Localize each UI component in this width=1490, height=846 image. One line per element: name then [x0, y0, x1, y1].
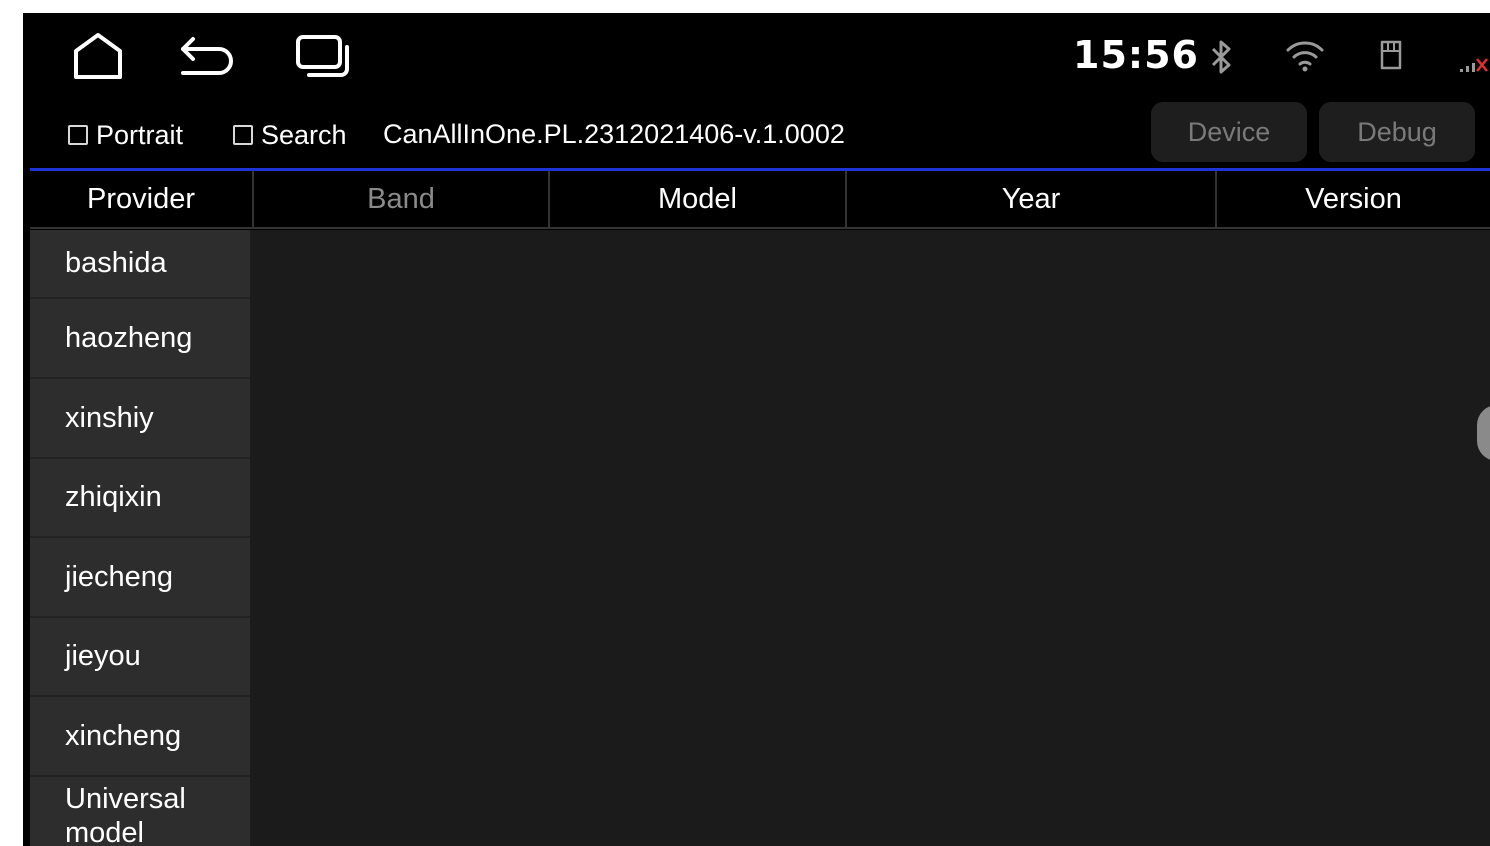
table-header: Provider Band Model Year Version	[30, 171, 1490, 230]
column-version[interactable]: Version	[1215, 171, 1490, 229]
provider-item-zhiqixin[interactable]: zhiqixin	[30, 459, 250, 538]
app-toolbar: Portrait Search CanAllInOne.PL.231202140…	[23, 99, 1490, 169]
provider-item-universal-model[interactable]: Universal model	[30, 777, 250, 846]
search-label: Search	[261, 119, 347, 150]
wifi-icon	[1286, 41, 1324, 72]
portrait-checkbox[interactable]: Portrait	[68, 120, 183, 150]
app-version: CanAllInOne.PL.2312021406-v.1.0002	[383, 119, 845, 149]
provider-list: bashida haozheng xinshiy zhiqixin jieche…	[30, 230, 250, 846]
recent-apps-icon[interactable]	[295, 31, 351, 83]
checkbox-box[interactable]	[233, 125, 253, 145]
column-provider[interactable]: Provider	[30, 171, 252, 229]
provider-item-jiecheng[interactable]: jiecheng	[30, 538, 250, 618]
provider-item-xinshiy[interactable]: xinshiy	[30, 379, 250, 459]
search-checkbox[interactable]: Search	[233, 120, 347, 150]
provider-item-bashida[interactable]: bashida	[30, 230, 250, 299]
device-button[interactable]: Device	[1151, 102, 1307, 162]
home-icon[interactable]	[70, 31, 126, 83]
provider-item-jieyou[interactable]: jieyou	[30, 618, 250, 697]
column-model[interactable]: Model	[548, 171, 845, 229]
bluetooth-icon	[1211, 40, 1231, 74]
debug-button[interactable]: Debug	[1319, 102, 1475, 162]
signal-icon	[1460, 58, 1488, 72]
content-area: bashida haozheng xinshiy zhiqixin jieche…	[30, 230, 1490, 846]
sd-card-icon	[1380, 40, 1402, 70]
provider-item-xincheng[interactable]: xincheng	[30, 697, 250, 777]
back-icon[interactable]	[177, 31, 233, 83]
portrait-label: Portrait	[96, 119, 184, 150]
device-screen: 15:56 Portrait Search CanAllInOne.PL.231…	[23, 13, 1490, 846]
checkbox-box[interactable]	[68, 125, 88, 145]
column-band[interactable]: Band	[252, 171, 548, 229]
status-bar: 15:56	[23, 13, 1490, 99]
provider-item-haozheng[interactable]: haozheng	[30, 299, 250, 379]
clock: 15:56	[1073, 33, 1199, 77]
column-year[interactable]: Year	[845, 171, 1215, 229]
